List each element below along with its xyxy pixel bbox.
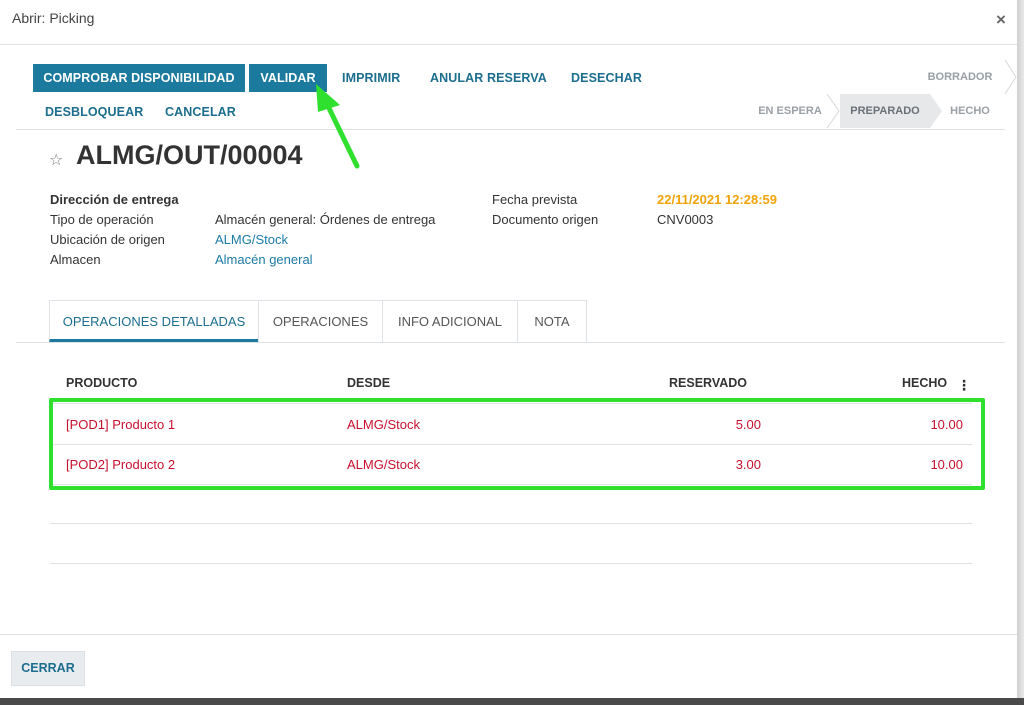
warehouse-label: Almacen <box>50 252 101 267</box>
source-location-label: Ubicación de origen <box>50 232 165 247</box>
dialog-shadow-right <box>1017 0 1024 705</box>
column-header-product[interactable]: PRODUCTO <box>66 376 137 390</box>
close-button[interactable]: CERRAR <box>11 651 85 686</box>
status-chevron-waiting <box>826 94 840 128</box>
status-chevron-draft <box>1004 60 1017 94</box>
status-ready[interactable]: PREPARADO <box>840 94 930 128</box>
unlock-button[interactable]: DESBLOQUEAR <box>45 98 143 126</box>
tab-note[interactable]: NOTA <box>517 300 587 343</box>
source-document-label: Documento origen <box>492 212 599 227</box>
status-draft[interactable]: BORRADOR <box>920 60 1000 94</box>
operation-type-label: Tipo de operación <box>50 212 154 227</box>
status-waiting[interactable]: EN ESPERA <box>748 94 832 128</box>
column-header-reserved[interactable]: RESERVADO <box>669 376 747 390</box>
empty-row-divider <box>50 523 972 524</box>
dialog-title: Abrir: Picking <box>12 10 95 26</box>
scrap-button[interactable]: DESECHAR <box>571 64 642 92</box>
warehouse-link[interactable]: Almacén general <box>215 252 313 267</box>
column-header-from[interactable]: DESDE <box>347 376 390 390</box>
close-icon[interactable]: × <box>996 10 1006 30</box>
source-location-link[interactable]: ALMG/Stock <box>215 232 288 247</box>
picking-dialog: Abrir: Picking × COMPROBAR DISPONIBILIDA… <box>0 0 1017 698</box>
status-chevron-ready <box>930 94 942 128</box>
favorite-star-icon[interactable]: ☆ <box>49 150 63 170</box>
validate-button[interactable]: VALIDAR <box>249 64 327 92</box>
delivery-address-label: Dirección de entrega <box>50 192 179 207</box>
statusbar-divider <box>16 129 1005 130</box>
tab-detailed-operations[interactable]: OPERACIONES DETALLADAS <box>49 300 259 342</box>
dialog-shadow-bottom <box>0 698 1024 705</box>
operation-type-value: Almacén general: Órdenes de entrega <box>215 212 436 227</box>
column-header-done[interactable]: HECHO <box>902 376 947 390</box>
record-name: ALMG/OUT/00004 <box>76 140 303 170</box>
status-done[interactable]: HECHO <box>944 94 996 128</box>
rows-highlight-annotation <box>49 398 985 490</box>
check-availability-button[interactable]: COMPROBAR DISPONIBILIDAD <box>33 64 245 92</box>
tab-additional-info[interactable]: INFO ADICIONAL <box>382 300 518 343</box>
footer-divider <box>0 634 1017 635</box>
tab-operations[interactable]: OPERACIONES <box>258 300 383 343</box>
unreserve-button[interactable]: ANULAR RESERVA <box>430 64 547 92</box>
optional-columns-kebab-icon[interactable]: ⋮ <box>957 378 971 392</box>
empty-row-divider <box>50 563 972 564</box>
cancel-button[interactable]: CANCELAR <box>165 98 236 126</box>
source-document-value: CNV0003 <box>657 212 714 227</box>
print-button[interactable]: IMPRIMIR <box>342 64 400 92</box>
scheduled-date-label: Fecha prevista <box>492 192 578 207</box>
dialog-header: Abrir: Picking × <box>0 0 1017 45</box>
scheduled-date-value: 22/11/2021 12:28:59 <box>657 192 777 207</box>
